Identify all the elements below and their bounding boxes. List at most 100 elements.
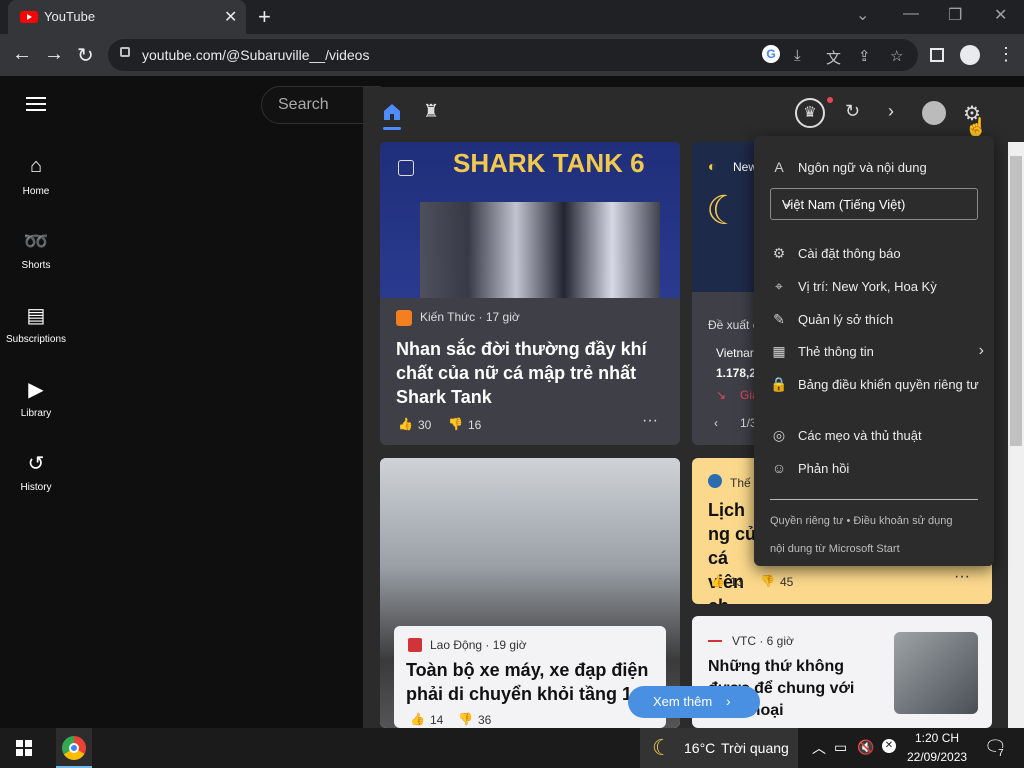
card-title[interactable]: Nhan sắc đời thường đầy khí chất của nữ … (396, 337, 666, 409)
sidebar-item-library[interactable]: ▶ Library (0, 377, 72, 421)
network-icon[interactable]: ▭ (834, 739, 847, 756)
home-icon: ⌂ (29, 155, 43, 177)
like-count: 14 (430, 713, 444, 727)
hamburger-menu-icon[interactable] (26, 97, 46, 111)
chevron-right-icon: › (726, 693, 731, 709)
pager-prev-icon[interactable]: ‹ (714, 416, 718, 430)
stock-name: Vietnar (716, 346, 754, 360)
see-more-button[interactable]: Xem thêm › (628, 686, 760, 718)
install-icon[interactable]: ⤓ (794, 47, 801, 64)
like-icon[interactable]: 👍 (410, 712, 425, 726)
mouse-cursor-icon: ☝ (965, 117, 988, 137)
menu-item-label: Thẻ thông tin (798, 344, 874, 359)
notification-dot (827, 97, 833, 103)
translate-icon[interactable]: 文 (826, 47, 841, 68)
minimize-button[interactable]: — (903, 5, 919, 23)
like-icon[interactable]: 👍 (398, 417, 413, 431)
clock-date[interactable]: 22/09/2023 (907, 750, 967, 764)
more-options-icon[interactable]: ··· (642, 412, 658, 430)
dislike-icon[interactable]: 👎 (458, 712, 473, 726)
clock-time[interactable]: 1:20 CH (915, 731, 959, 745)
privacy-terms-links[interactable]: Quyền riêng tư • Điều khoản sử dụng (770, 515, 952, 527)
windows-start-icon[interactable] (16, 740, 32, 756)
side-panel-icon[interactable] (930, 48, 944, 62)
taskbar-weather[interactable]: ☾ 16°C Trời quang (640, 728, 798, 768)
language-icon: A (774, 159, 784, 175)
image-text: SHARK TANK 6 (453, 148, 645, 178)
search-placeholder: Search (278, 96, 329, 113)
sidebar-item-home[interactable]: ⌂ Home (0, 155, 72, 199)
footer-note: nội dung từ Microsoft Start (770, 543, 900, 555)
suggest-label: Đề xuất c (708, 318, 759, 332)
refresh-icon[interactable]: ↻ (845, 101, 860, 122)
settings-menu: A Ngôn ngữ và nội dung Việt Nam (Tiếng V… (754, 136, 994, 566)
image-icon (398, 160, 414, 176)
close-window-button[interactable]: ✕ (994, 5, 1007, 25)
chevron-up-icon[interactable]: ︿ (812, 738, 826, 758)
location-icon: ⌖ (775, 278, 783, 294)
chess-icon[interactable]: ♜ (423, 101, 439, 122)
volume-muted-icon[interactable]: 🔇 (857, 739, 874, 756)
shorts-icon: ➿ (23, 231, 49, 253)
like-count: 30 (418, 418, 432, 432)
language-select[interactable]: Việt Nam (Tiếng Việt) ⌄ (770, 188, 978, 220)
rewards-trophy-icon[interactable]: ♛ (795, 98, 825, 128)
menu-header-text: Ngôn ngữ và nội dung (798, 160, 927, 175)
news-image: SHARK TANK 6 (380, 142, 680, 298)
share-icon[interactable]: ⇪ (858, 47, 871, 65)
menu-item-label: Vị trí: New York, Hoa Kỳ (798, 279, 937, 294)
menu-divider (770, 499, 978, 500)
chevron-right-icon[interactable]: › (888, 101, 894, 122)
bookmark-star-icon[interactable]: ☆ (890, 47, 903, 65)
reload-button[interactable]: ↻ (77, 43, 94, 68)
profile-avatar[interactable] (960, 45, 980, 65)
browser-tab-bar: YouTube ✕ + ⌄ — ❐ ✕ (0, 0, 1024, 34)
pencil-icon: ✎ (773, 311, 785, 327)
menu-item-label: Bảng điều khiển quyền riêng tư (798, 377, 979, 392)
card-source: Lao Động · 19 giờ (430, 638, 527, 652)
feedback-icon: ☺ (771, 460, 787, 476)
card-source: Thế (730, 476, 751, 490)
source-logo-icon (396, 310, 412, 326)
more-options-icon[interactable]: ··· (954, 568, 970, 586)
google-icon[interactable]: G (762, 45, 780, 63)
chrome-taskbar-button[interactable] (56, 728, 92, 768)
phone-image (894, 632, 978, 714)
sidebar-item-history[interactable]: ↺ History (0, 451, 72, 495)
see-more-label: Xem thêm (653, 694, 713, 709)
lock-icon: 🔒 (770, 376, 788, 392)
tab-search-icon[interactable]: ⌄ (856, 5, 869, 25)
restore-button[interactable]: ❐ (948, 5, 962, 25)
dislike-icon[interactable]: 👎 (448, 417, 463, 431)
news-card[interactable]: SHARK TANK 6 Kiến Thức · 17 giờ Nhan sắc… (380, 142, 680, 445)
sidebar-label: Subscriptions (5, 334, 67, 345)
forward-button[interactable]: → (44, 43, 64, 66)
temperature: 16°C (684, 740, 716, 756)
youtube-favicon-icon (20, 11, 38, 23)
back-button[interactable]: ← (12, 43, 32, 66)
widgets-home-icon[interactable] (381, 101, 403, 123)
dislike-count: 36 (478, 713, 492, 727)
grid-icon: ▦ (772, 343, 786, 359)
new-tab-button[interactable]: + (258, 4, 271, 30)
sidebar-item-subscriptions[interactable]: ▤ Subscriptions (0, 303, 72, 347)
down-arrow-icon: ↘ (716, 388, 727, 402)
moon-icon: ☾ (652, 735, 672, 760)
history-icon: ↺ (27, 453, 45, 475)
scrollbar-thumb[interactable] (1010, 156, 1022, 446)
card-title[interactable]: Toàn bộ xe máy, xe đạp điện phải di chuy… (406, 658, 662, 706)
browser-tab[interactable]: YouTube ✕ (8, 0, 246, 34)
lock-icon (120, 47, 130, 57)
weather-condition: Trời quang (721, 740, 789, 756)
battery-warning-icon[interactable]: ✕ (882, 739, 896, 753)
close-tab-icon[interactable]: ✕ (224, 7, 237, 27)
sidebar-label: Library (20, 408, 52, 419)
dislike-icon[interactable]: 👎 (760, 574, 775, 588)
more-menu-icon[interactable]: ⋮ (997, 44, 1015, 65)
sidebar-item-shorts[interactable]: ➿ Shorts (0, 229, 72, 273)
card-source: VTC · 6 giờ (732, 634, 794, 648)
chevron-right-icon: › (978, 342, 984, 359)
user-avatar[interactable] (922, 101, 946, 125)
like-icon[interactable]: 👍 (710, 574, 725, 588)
library-icon: ▶ (28, 379, 44, 401)
